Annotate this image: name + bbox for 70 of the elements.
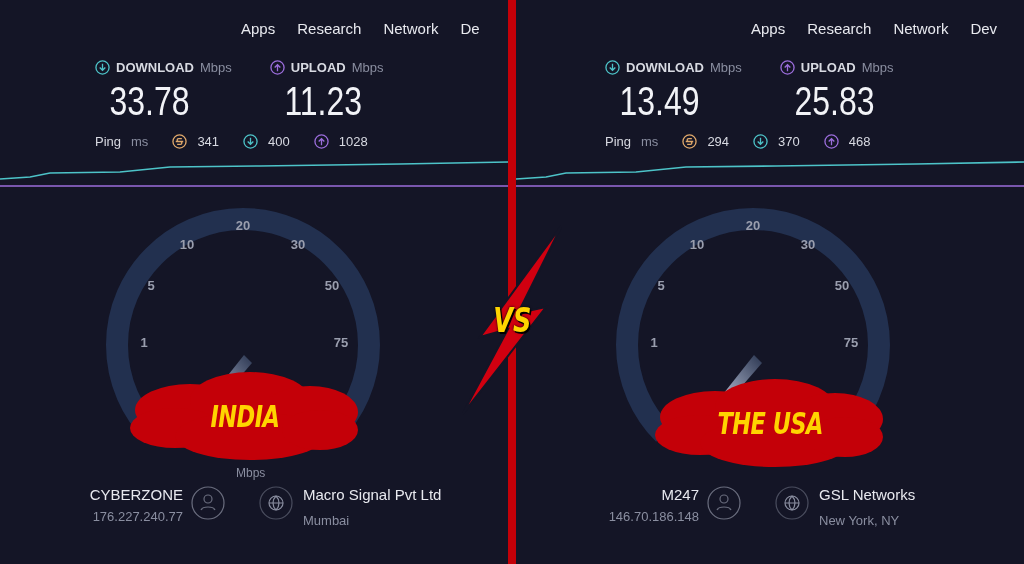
server-city: Mumbai xyxy=(303,511,351,530)
ping-value: 294 xyxy=(707,132,730,151)
country-label: THE USA xyxy=(717,404,823,443)
country-label: INDIA xyxy=(210,397,280,436)
upload-icon xyxy=(313,133,329,149)
metric-unit: Mbps xyxy=(200,59,232,77)
download-icon xyxy=(753,133,769,149)
globe-icon xyxy=(259,486,293,520)
download-icon xyxy=(243,133,259,149)
gauge-tick-label: 5 xyxy=(657,278,665,293)
ping-value: 468 xyxy=(848,132,871,151)
speed-value: 11.23 xyxy=(283,77,362,124)
gauge-tick-label: 75 xyxy=(843,335,859,350)
ping-value: 1028 xyxy=(338,132,368,151)
globe-icon xyxy=(775,486,809,520)
nav-link[interactable]: Research xyxy=(297,18,362,58)
speed-value: 25.83 xyxy=(793,77,875,124)
upload-icon xyxy=(823,133,839,149)
gauge-tick-label: 50 xyxy=(324,278,340,293)
download-icon xyxy=(95,60,110,76)
nav-link[interactable]: De xyxy=(460,18,480,58)
nav-link[interactable]: Apps xyxy=(751,18,786,58)
ping-icon xyxy=(682,133,698,149)
gauge-tick-label: 20 xyxy=(235,218,251,233)
gauge-tick-label: 5 xyxy=(147,278,155,293)
ping-label: Ping xyxy=(95,132,122,151)
ping-unit: ms xyxy=(131,132,149,151)
client-name: CYBERZONE xyxy=(89,485,183,505)
gauge-tick-label: 10 xyxy=(689,237,705,252)
gauge-tick-label: 1 xyxy=(140,335,148,350)
metric-label: DOWNLOAD xyxy=(626,59,704,77)
download-icon xyxy=(605,60,620,76)
gauge-tick-label: 30 xyxy=(800,237,816,252)
metric-label: DOWNLOAD xyxy=(116,59,194,77)
upload-icon xyxy=(779,60,795,76)
nav-link[interactable]: Network xyxy=(893,18,949,58)
user-icon xyxy=(191,486,225,520)
versus-label: VS xyxy=(492,298,532,342)
ping-value: 341 xyxy=(197,132,220,151)
client-ip: 176.227.240.77 xyxy=(92,507,183,526)
metric-unit: Mbps xyxy=(710,59,742,77)
speed-value: 33.78 xyxy=(108,77,191,124)
metric-unit: Mbps xyxy=(861,59,894,77)
gauge-tick-label: 20 xyxy=(745,218,761,233)
client-name: M247 xyxy=(661,485,699,505)
ping-value: 370 xyxy=(778,132,800,151)
ping-icon xyxy=(172,133,188,149)
gauge-tick-label: 30 xyxy=(290,237,306,252)
gauge-tick-label: 1 xyxy=(650,335,658,350)
speed-value: 13.49 xyxy=(618,77,701,124)
gauge-tick-label: 50 xyxy=(834,278,850,293)
client-ip: 146.70.186.148 xyxy=(608,507,699,526)
ping-unit: ms xyxy=(641,132,659,151)
metric-unit: Mbps xyxy=(351,59,384,77)
gauge-tick-label: 10 xyxy=(179,237,195,252)
gauge-tick-label: 75 xyxy=(333,335,349,350)
upload-icon xyxy=(269,60,285,76)
metric-label: UPLOAD xyxy=(290,59,346,77)
server-name: GSL Networks xyxy=(819,485,916,505)
nav-link[interactable]: Network xyxy=(383,18,439,58)
nav-link[interactable]: Research xyxy=(807,18,872,58)
gauge-unit: Mbps xyxy=(236,465,266,482)
ping-label: Ping xyxy=(605,132,632,151)
ping-value: 400 xyxy=(268,132,290,151)
user-icon xyxy=(707,486,741,520)
server-city: New York, NY xyxy=(819,511,901,530)
nav-link[interactable]: Apps xyxy=(241,18,276,58)
nav-link[interactable]: Dev xyxy=(970,18,998,58)
metric-label: UPLOAD xyxy=(800,59,856,77)
server-name: Macro Signal Pvt Ltd xyxy=(303,485,442,505)
